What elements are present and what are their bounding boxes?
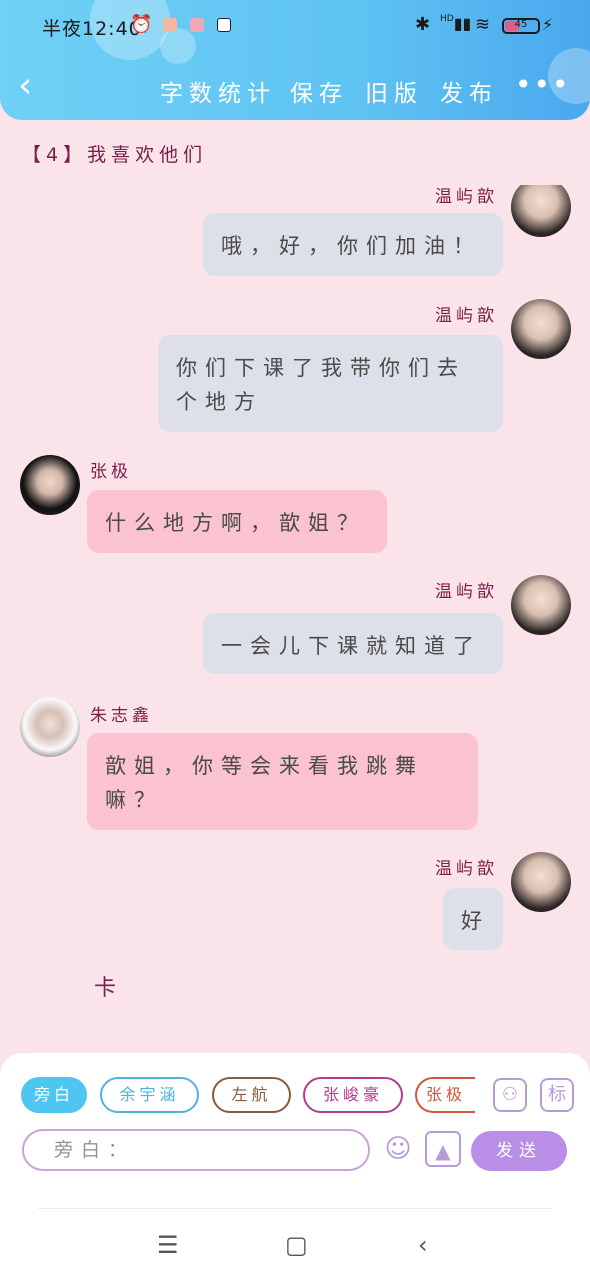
image-icon[interactable]: ▲	[425, 1131, 461, 1167]
message-sender-name: 温屿歆	[435, 582, 498, 602]
message-text: 什么地方啊，歆姐？	[87, 490, 387, 553]
home-icon[interactable]: ▢	[285, 1231, 308, 1259]
message-text: 你们下课了我带你们去个地方	[158, 335, 503, 432]
message-item[interactable]: 温屿歆 你们下课了我带你们去个地方	[0, 297, 590, 437]
message-sender-name: 温屿歆	[435, 306, 498, 326]
notification-icon-2	[190, 18, 204, 32]
message-text: 好	[443, 888, 503, 950]
emoji-icon[interactable]: ☺	[380, 1131, 416, 1167]
battery-text: 45	[514, 19, 528, 30]
word-count-button[interactable]: 字数统计	[160, 74, 276, 108]
header-bar: 半夜12:40 ⏰ ✱ HD▮▮ ≋ 45 ⚡ ‹ 字数统计 保存 旧版 发布 …	[0, 0, 590, 120]
wifi-icon: ≋	[475, 14, 491, 35]
add-character-icon[interactable]: ⚇	[493, 1078, 527, 1112]
status-time: 半夜12:40	[42, 18, 142, 40]
chapter-title: 【4】我喜欢他们	[22, 144, 208, 166]
battery-indicator: 45	[502, 18, 540, 34]
message-sender-name: 温屿歆	[435, 187, 498, 207]
narration-text: 卡	[94, 976, 117, 1001]
editor-header: ‹ 字数统计 保存 旧版 发布 •••	[0, 62, 590, 114]
chip-narration[interactable]: 旁白	[21, 1077, 87, 1113]
alarm-icon: ⏰	[130, 14, 153, 35]
charging-icon: ⚡	[542, 15, 554, 34]
message-sender-name: 温屿歆	[435, 859, 498, 879]
chip-character[interactable]: 张峻豪	[303, 1077, 403, 1113]
more-options-icon[interactable]: •••	[515, 68, 571, 101]
divider	[38, 1208, 552, 1209]
message-sender-name: 张极	[90, 462, 132, 482]
back-icon[interactable]: ‹	[418, 1231, 428, 1259]
message-item[interactable]: 张极 什么地方啊，歆姐？	[0, 453, 590, 553]
message-item[interactable]: 朱志鑫 歆姐，你等会来看我跳舞嘛？	[0, 696, 590, 836]
avatar[interactable]	[511, 575, 571, 635]
composer-panel: 旁白 余宇涵 左航 张峻豪 张极 ⚇ 标 旁白： ☺ ▲ 发送	[0, 1053, 590, 1213]
publish-button[interactable]: 发布	[440, 74, 498, 108]
chat-area[interactable]: 温屿歆 哦，好，你们加油！ 温屿歆 你们下课了我带你们去个地方 张极 什么地方啊…	[0, 185, 590, 1045]
tag-button[interactable]: 标	[540, 1078, 574, 1112]
message-item[interactable]: 温屿歆 好	[0, 850, 590, 960]
avatar[interactable]	[20, 455, 80, 515]
status-bar: 半夜12:40 ⏰ ✱ HD▮▮ ≋ 45 ⚡	[0, 0, 590, 52]
message-text: 哦，好，你们加油！	[203, 213, 503, 276]
back-arrow-icon[interactable]: ‹	[18, 68, 50, 108]
send-button[interactable]: 发送	[471, 1131, 567, 1171]
avatar[interactable]	[511, 185, 571, 237]
chip-character[interactable]: 左航	[212, 1077, 291, 1113]
chip-character[interactable]: 余宇涵	[100, 1077, 199, 1113]
message-item[interactable]: 温屿歆 哦，好，你们加油！	[0, 185, 590, 285]
notification-icon-1	[163, 18, 177, 32]
notification-icon-3	[217, 18, 231, 32]
menu-icon[interactable]: ☰	[157, 1231, 179, 1259]
avatar[interactable]	[20, 697, 80, 757]
system-nav-bar: ☰ ▢ ‹	[0, 1213, 590, 1280]
save-button[interactable]: 保存	[290, 74, 348, 108]
network-label: HD	[440, 14, 454, 24]
avatar[interactable]	[511, 852, 571, 912]
bluetooth-icon: ✱	[415, 14, 431, 35]
signal-icon: HD▮▮	[440, 14, 472, 33]
message-sender-name: 朱志鑫	[90, 706, 153, 726]
message-text: 一会儿下课就知道了	[203, 613, 503, 674]
chip-character[interactable]: 张极	[415, 1077, 475, 1113]
message-text: 歆姐，你等会来看我跳舞嘛？	[87, 733, 478, 830]
message-item[interactable]: 温屿歆 一会儿下课就知道了	[0, 573, 590, 674]
old-version-button[interactable]: 旧版	[365, 74, 423, 108]
message-input[interactable]: 旁白：	[22, 1129, 370, 1171]
avatar[interactable]	[511, 299, 571, 359]
